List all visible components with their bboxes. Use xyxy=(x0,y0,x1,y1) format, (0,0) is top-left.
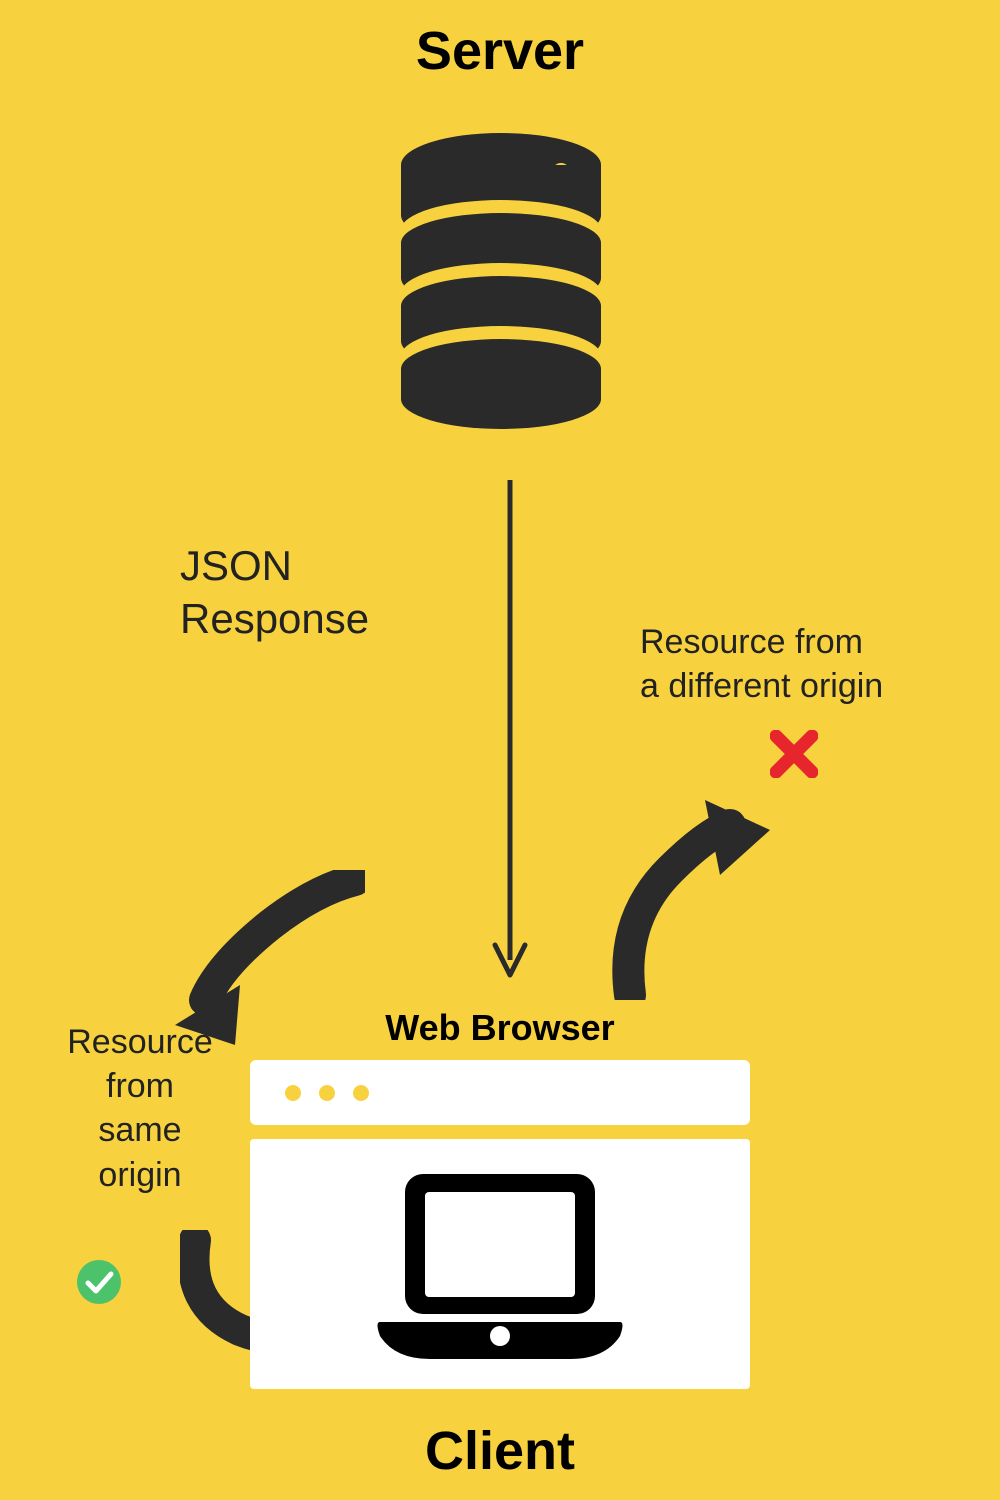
diff-line1: Resource from xyxy=(640,620,883,664)
same-line3: same xyxy=(40,1108,240,1152)
browser-titlebar xyxy=(250,1060,750,1125)
arrow-down-icon xyxy=(490,480,530,985)
browser-body xyxy=(250,1139,750,1389)
check-icon xyxy=(75,1258,123,1311)
json-line2: Response xyxy=(180,593,369,646)
json-response-label: JSON Response xyxy=(180,540,369,645)
client-title: Client xyxy=(0,1420,1000,1482)
curved-arrow-down-left-icon xyxy=(155,870,365,1055)
json-line1: JSON xyxy=(180,540,369,593)
different-origin-label: Resource from a different origin xyxy=(640,620,883,708)
database-icon xyxy=(396,130,606,435)
window-dot-icon xyxy=(353,1085,369,1101)
window-dot-icon xyxy=(285,1085,301,1101)
curved-arrow-up-right-icon xyxy=(610,800,780,1005)
same-line4: origin xyxy=(40,1153,240,1197)
diff-line2: a different origin xyxy=(640,664,883,708)
laptop-icon xyxy=(370,1164,630,1364)
browser-window-icon xyxy=(250,1060,750,1390)
server-title: Server xyxy=(0,20,1000,82)
window-dot-icon xyxy=(319,1085,335,1101)
x-icon xyxy=(770,730,818,783)
same-line2: from xyxy=(40,1064,240,1108)
